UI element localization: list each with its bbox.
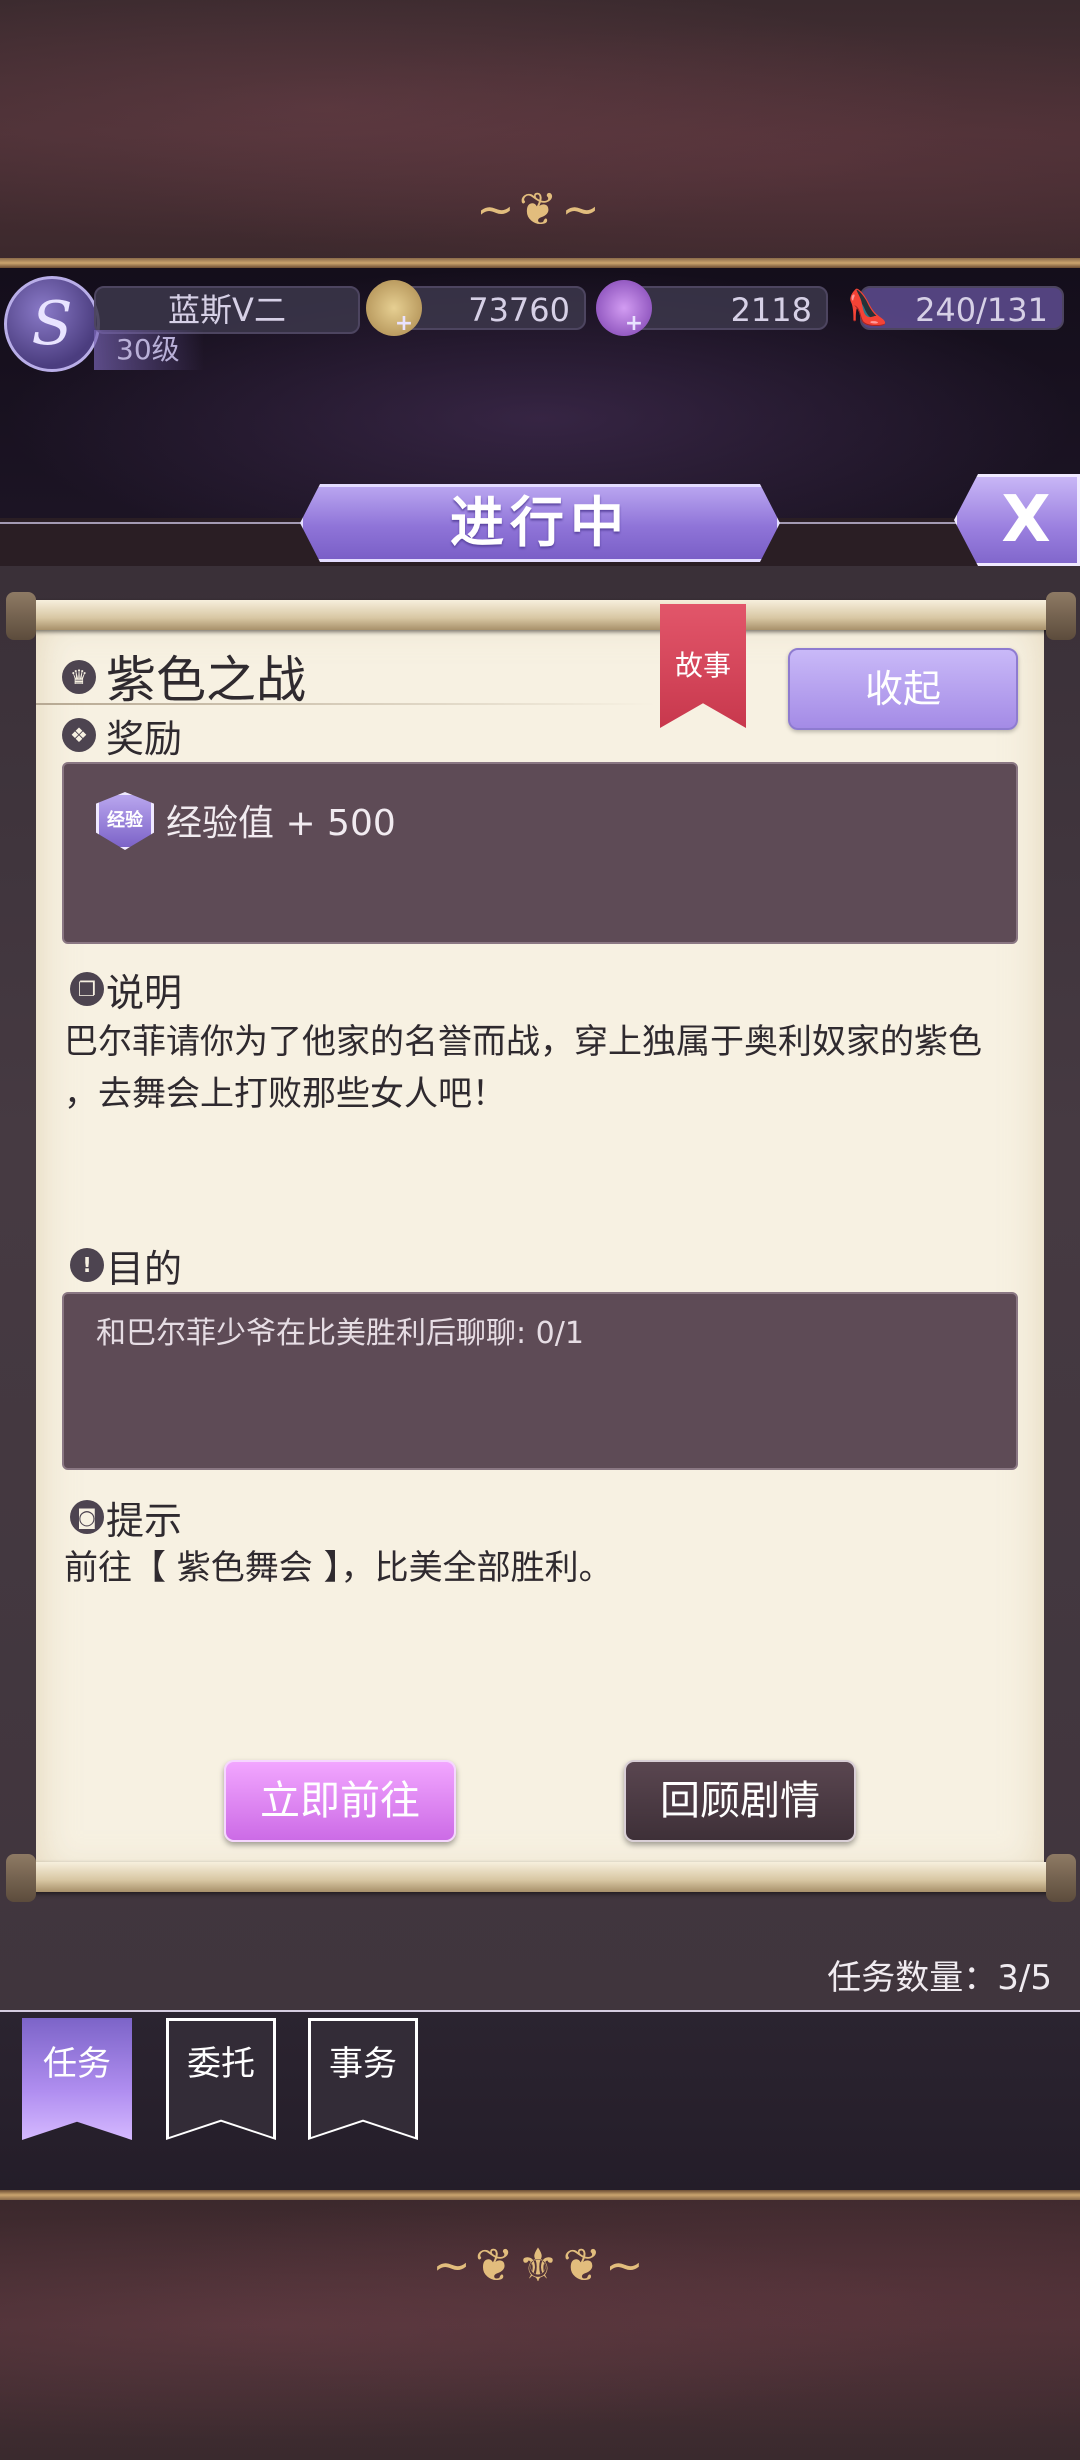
description-icon: ❐ xyxy=(70,972,104,1006)
page-title: 进行中 xyxy=(300,484,780,562)
top-flourish-icon: ~❦~ xyxy=(476,182,604,236)
reward-icon: ❖ xyxy=(62,718,96,752)
crown-icon: ♛ xyxy=(62,660,96,694)
reward-heading: 奖励 xyxy=(106,717,183,761)
tab-bar xyxy=(0,2012,1080,2190)
description-heading: 说明 xyxy=(106,971,183,1015)
hint-heading: 提示 xyxy=(106,1499,183,1543)
scroll-top-rod xyxy=(16,600,1066,630)
bottom-flourish-icon: ~❦⚜❦~ xyxy=(432,2238,648,2292)
goal-text: 和巴尔菲少爷在比美胜利后聊聊: 0/1 xyxy=(96,1316,584,1351)
scroll-top-left-cap xyxy=(6,592,36,640)
alert-icon: ! xyxy=(70,1248,104,1282)
diamond-icon[interactable]: + xyxy=(596,280,652,336)
reward-text: 经验值 + 500 xyxy=(166,803,396,844)
task-count: 任务数量：3/5 xyxy=(827,1958,1052,1998)
description-line-2: ，去舞会上打败那些女人吧！ xyxy=(64,1074,506,1114)
player-name: 蓝斯V二 xyxy=(94,286,360,334)
collapse-button[interactable]: 收起 xyxy=(788,648,1018,730)
reward-box xyxy=(62,762,1018,944)
hint-icon: ◙ xyxy=(70,1500,104,1534)
scroll-bottom-rod xyxy=(16,1862,1066,1892)
quest-title: 紫色之战 xyxy=(106,651,306,709)
player-avatar[interactable]: S xyxy=(4,276,100,372)
scroll-bottom-left-cap xyxy=(6,1854,36,1902)
scroll-top-right-cap xyxy=(1046,592,1076,640)
goal-heading: 目的 xyxy=(106,1247,183,1291)
review-story-button[interactable]: 回顾剧情 xyxy=(624,1760,856,1842)
go-now-button[interactable]: 立即前往 xyxy=(224,1760,456,1842)
player-level: 30级 xyxy=(94,330,204,370)
scroll-bottom-right-cap xyxy=(1046,1854,1076,1902)
description-line-1: 巴尔菲请你为了他家的名誉而战，穿上独属于奥利奴家的紫色 xyxy=(64,1022,982,1062)
crown-coin-icon[interactable]: + xyxy=(366,280,422,336)
title-underline xyxy=(36,703,656,705)
glass-slipper-icon[interactable]: 👠 xyxy=(840,280,896,336)
hint-text: 前往【 紫色舞会 】，比美全部胜利。 xyxy=(64,1548,613,1588)
bottom-ornate-band xyxy=(0,2190,1080,2460)
close-button[interactable]: X xyxy=(954,474,1080,566)
tab-tasks[interactable]: 任务 xyxy=(22,2018,132,2140)
